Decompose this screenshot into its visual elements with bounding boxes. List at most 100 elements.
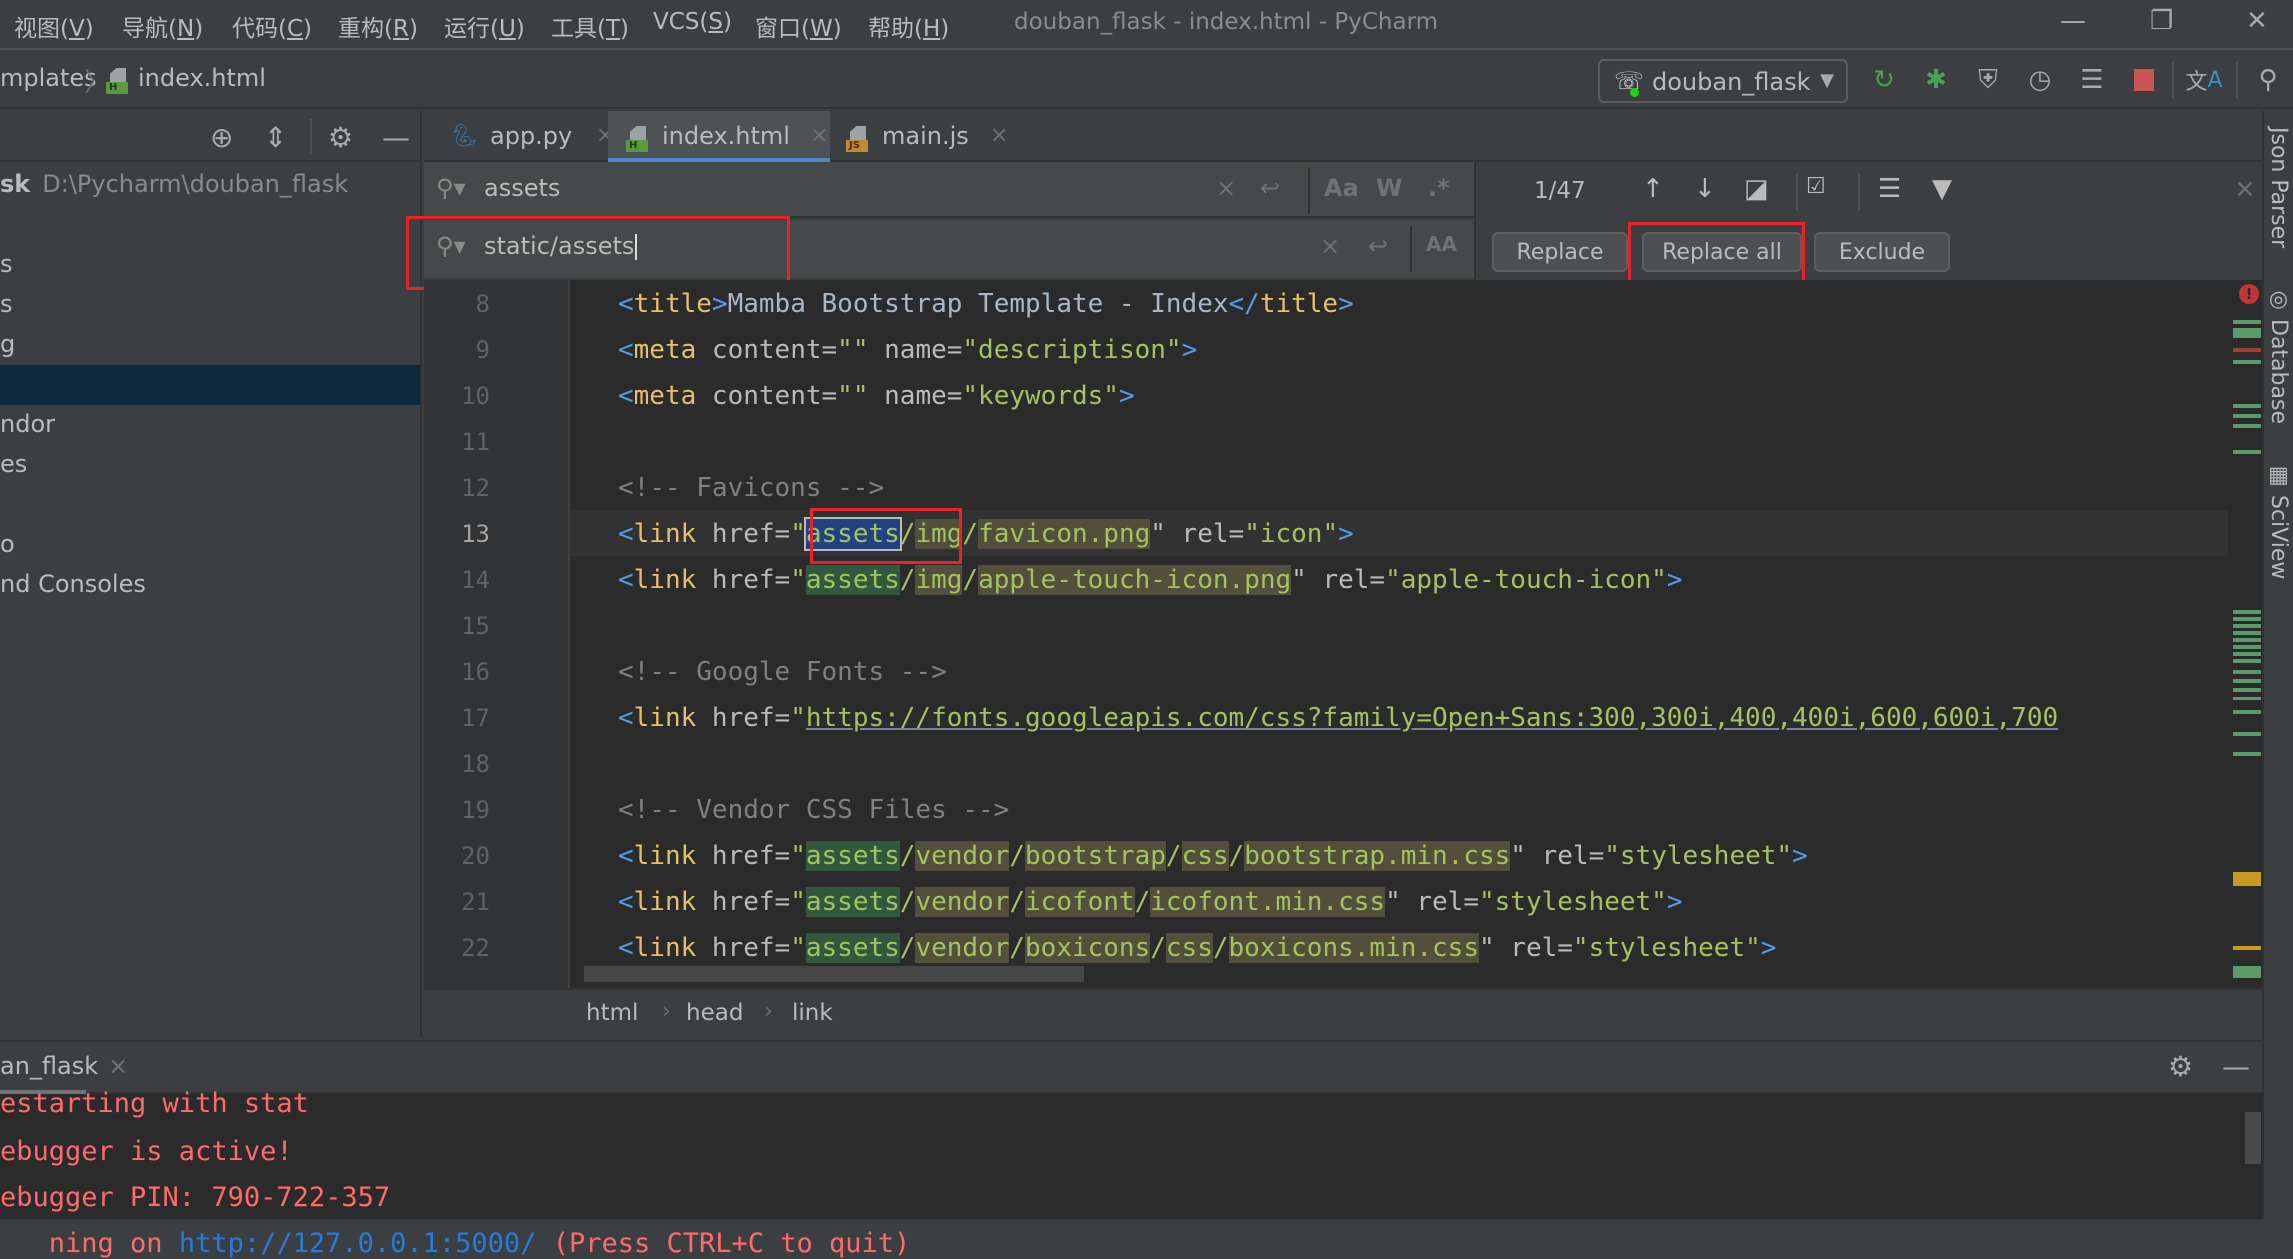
match-marker[interactable] — [2233, 320, 2261, 324]
breadcrumb-file[interactable]: index.html — [138, 64, 266, 92]
close-tab-icon[interactable]: × — [990, 123, 1008, 148]
tab-app-py[interactable]: 🐍︎ app.py × — [434, 111, 614, 162]
tab-main-js[interactable]: JS main.js × — [830, 111, 1008, 162]
breadcrumb-html[interactable]: html — [586, 1000, 638, 1026]
sciview-tool[interactable]: ▦ SciView — [2266, 463, 2291, 579]
match-marker[interactable] — [2233, 450, 2261, 454]
match-marker[interactable] — [2233, 732, 2261, 736]
match-marker[interactable] — [2233, 966, 2261, 978]
words-toggle[interactable]: W — [1376, 174, 1402, 202]
rerun-icon[interactable]: ↻ — [1866, 62, 1902, 98]
match-marker[interactable] — [2233, 414, 2261, 418]
error-stripe[interactable]: ! — [2228, 280, 2262, 988]
concurrency-icon[interactable]: ☰ — [2074, 62, 2110, 98]
previous-occurrence-icon[interactable]: ↑ — [1642, 174, 1664, 204]
settings-icon[interactable]: ⚙ — [2168, 1050, 2193, 1083]
stop-icon[interactable] — [2126, 62, 2162, 98]
attribute: rel= — [1306, 565, 1386, 595]
run-tab[interactable]: an_flask × — [0, 1052, 128, 1080]
error-indicator-icon[interactable]: ! — [2239, 284, 2259, 304]
match-marker-group[interactable] — [2233, 670, 2261, 700]
run-configuration-selector[interactable]: ☏ douban_flask ▼ — [1598, 59, 1848, 103]
search-match[interactable]: assets — [805, 933, 900, 963]
exclude-button[interactable]: Exclude — [1814, 232, 1950, 272]
new-line-icon[interactable]: ↩ — [1368, 232, 1388, 260]
match-marker[interactable] — [2233, 424, 2261, 428]
search-match[interactable]: assets — [805, 841, 900, 871]
preserve-case-toggle[interactable]: AA — [1426, 232, 1457, 256]
hide-icon[interactable]: — — [382, 121, 410, 154]
warning-marker[interactable] — [2233, 946, 2261, 950]
translate-icon[interactable]: 文A — [2185, 62, 2222, 98]
minimize-button[interactable]: — — [2060, 6, 2086, 36]
clear-search-icon[interactable]: × — [1216, 174, 1236, 202]
match-marker[interactable] — [2233, 404, 2261, 408]
match-marker[interactable] — [2233, 328, 2261, 338]
in-selection-icon[interactable]: ☑ — [1806, 174, 1826, 199]
menu-window[interactable]: 窗口(W) — [755, 9, 842, 43]
debug-icon[interactable]: ✱ — [1918, 62, 1954, 98]
next-occurrence-icon[interactable]: ↓ — [1694, 174, 1716, 204]
multiline-icon[interactable]: ☰ — [1878, 174, 1901, 204]
tree-item[interactable]: s — [0, 245, 420, 285]
tree-item[interactable] — [0, 485, 420, 525]
match-marker[interactable] — [2233, 752, 2261, 756]
error-marker[interactable] — [2233, 348, 2261, 352]
warning-marker[interactable] — [2233, 872, 2261, 886]
match-marker[interactable] — [2233, 360, 2261, 364]
coverage-icon[interactable]: ⛨ — [1970, 62, 2006, 98]
search-match[interactable]: assets — [805, 887, 900, 917]
search-history-icon[interactable]: ⚲▾ — [436, 174, 466, 202]
menu-help[interactable]: 帮助(H) — [868, 9, 949, 43]
breadcrumb-head[interactable]: head — [686, 1000, 743, 1026]
menu-run[interactable]: 运行(U) — [444, 9, 525, 43]
search-field[interactable]: ⚲▾ assets × ↩ Aa W .* — [424, 162, 1474, 218]
breadcrumb-folder[interactable]: mplates — [0, 64, 97, 92]
clear-replace-icon[interactable]: × — [1320, 232, 1340, 260]
replace-button[interactable]: Replace — [1492, 232, 1628, 272]
breadcrumb-link[interactable]: link — [792, 1000, 833, 1026]
menu-refactor[interactable]: 重构(R) — [338, 9, 418, 43]
search-match[interactable]: assets — [805, 565, 900, 595]
tree-item[interactable]: s — [0, 285, 420, 325]
collapse-all-icon[interactable]: ⇕ — [264, 121, 287, 154]
menu-code[interactable]: 代码(C) — [232, 9, 312, 43]
search-input[interactable]: assets — [484, 174, 560, 202]
menu-view[interactable]: 视图(V) — [14, 9, 94, 43]
tab-index-html[interactable]: H index.html × — [608, 111, 830, 162]
close-window-button[interactable]: ✕ — [2246, 6, 2268, 36]
json-parser-tool[interactable]: Json Parser — [2266, 127, 2291, 248]
settings-icon[interactable]: ⚙ — [328, 121, 353, 154]
close-tab-icon[interactable]: × — [810, 123, 828, 148]
close-tab-icon[interactable]: × — [108, 1052, 128, 1080]
tree-item[interactable]: g — [0, 325, 420, 365]
menu-navigate[interactable]: 导航(N) — [122, 9, 203, 43]
hide-icon[interactable]: — — [2222, 1050, 2250, 1083]
close-find-icon[interactable]: × — [2234, 174, 2256, 204]
filter-icon[interactable]: ▼ — [1932, 174, 1952, 204]
database-tool[interactable]: ◎ Database — [2266, 287, 2291, 424]
console-url-link[interactable]: http://127.0.0.1:5000/ — [179, 1228, 537, 1259]
url-link[interactable]: https://fonts.googleapis.com/css?family=… — [806, 703, 2058, 733]
match-marker[interactable] — [2233, 710, 2261, 714]
profile-icon[interactable]: ◷ — [2022, 62, 2058, 98]
tree-item[interactable]: ndor — [0, 405, 420, 445]
restore-button[interactable]: ❐ — [2150, 6, 2173, 36]
tree-item[interactable]: es — [0, 445, 420, 485]
tree-item[interactable]: o — [0, 525, 420, 565]
code-editor[interactable]: 8 9 10 11 12 13 14 15 16 17 18 19 20 21 … — [424, 280, 2262, 988]
tree-item-scratches[interactable]: nd Consoles — [0, 565, 420, 605]
menu-vcs[interactable]: VCS(S) — [653, 9, 732, 35]
regex-toggle[interactable]: .* — [1428, 174, 1450, 202]
select-all-occurrences-icon[interactable]: ◪ — [1744, 174, 1769, 204]
tree-item-selected[interactable] — [0, 365, 420, 405]
locate-icon[interactable]: ⊕ — [210, 121, 233, 154]
match-marker-group[interactable] — [2233, 610, 2261, 666]
match-case-toggle[interactable]: Aa — [1324, 174, 1359, 202]
console-scrollbar[interactable] — [2245, 1112, 2261, 1164]
tree-root[interactable]: sk D:\Pycharm\douban_flask — [0, 165, 420, 205]
menu-tools[interactable]: 工具(T) — [551, 9, 629, 43]
search-everywhere-icon[interactable]: ⚲ — [2250, 62, 2286, 98]
new-line-icon[interactable]: ↩ — [1260, 174, 1280, 202]
horizontal-scrollbar[interactable] — [584, 966, 1084, 982]
